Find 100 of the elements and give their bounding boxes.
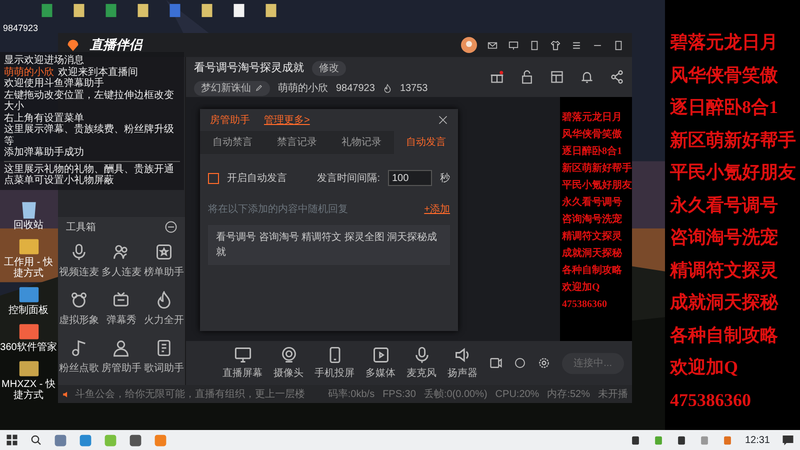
dialog-tab[interactable]: 禁言记录 — [264, 131, 329, 154]
collapse-icon[interactable] — [165, 221, 177, 233]
tv-icon — [112, 290, 130, 308]
app-icon[interactable] — [129, 434, 142, 446]
maximize-icon[interactable] — [613, 40, 624, 50]
dialog-title: 房管助手 — [210, 114, 250, 128]
toolbar-button[interactable]: 扬声器 — [448, 346, 478, 380]
chat-message: 欢迎使用斗鱼弹幕助手 — [4, 78, 105, 90]
tool-button[interactable]: 视频连麦 — [58, 237, 100, 285]
add-link[interactable]: +添加 — [424, 202, 450, 217]
close-icon[interactable] — [438, 115, 448, 125]
toolbar-button[interactable]: 手机投屏 — [314, 346, 355, 380]
tool-button[interactable]: 房管助手 — [100, 333, 143, 381]
promo-text: 永久看号调号 — [670, 194, 779, 216]
chat-message: 显示欢迎进场消息 — [4, 55, 85, 66]
tool-button[interactable]: 火力全开 — [142, 285, 185, 333]
app-icon[interactable] — [79, 434, 92, 446]
promo-text: 各种自制攻略 — [670, 324, 779, 346]
preview-text: 成就洞天探秘 — [562, 246, 624, 261]
search-icon[interactable] — [30, 434, 42, 446]
tool-button[interactable]: 虚拟形象 — [58, 285, 100, 333]
status-stat: 码率:0kb/s — [328, 388, 375, 402]
checkbox-label[interactable]: 开启自动发言 — [227, 170, 287, 186]
status-stat: 丢帧:0(0.00%) — [424, 388, 488, 402]
preview-text: 各种自制攻略 — [562, 264, 623, 278]
notice-text: 斗鱼公会，给你无限可能，直播有组织，更上一层楼 — [75, 388, 305, 402]
preview-text: 永久看号调号 — [562, 195, 623, 210]
people-icon — [112, 242, 130, 260]
shirt-icon[interactable] — [550, 40, 561, 50]
category-tag[interactable]: 梦幻新诛仙 — [194, 80, 270, 96]
layout-icon[interactable] — [550, 70, 564, 84]
preview-text: 新区萌新好帮手 — [562, 161, 632, 176]
message-item: 看号调号 咨询淘号 精调符文 探灵全图 洞天探秘成就 — [208, 225, 450, 265]
desktop-icon-label[interactable]: MHXZX - 快捷方式 — [0, 379, 57, 401]
desktop-icon-label[interactable]: 回收站 — [14, 220, 44, 231]
bell-icon[interactable] — [580, 70, 594, 84]
share-icon[interactable] — [610, 70, 624, 84]
windows-icon[interactable] — [6, 434, 18, 446]
tool-button[interactable]: 榜单助手 — [142, 237, 185, 285]
tool-button[interactable]: 粉丝点歌 — [58, 333, 100, 381]
microphone-icon — [70, 242, 88, 260]
mail-icon[interactable] — [487, 40, 498, 50]
tool-button[interactable]: 弹幕秀 — [100, 285, 143, 333]
desktop-icon-label[interactable]: 360软件管家 — [0, 342, 57, 353]
interval-unit: 秒 — [440, 172, 450, 186]
interval-field[interactable]: 100 — [388, 170, 432, 186]
menu-icon[interactable] — [571, 40, 582, 50]
edit-button[interactable]: 修改 — [312, 60, 346, 76]
pencil-icon — [255, 84, 263, 92]
tray-icon[interactable] — [676, 434, 687, 446]
tray-icon[interactable] — [630, 434, 641, 446]
promo-text: 精调符文探灵 — [670, 258, 779, 282]
heat-count: 13753 — [400, 82, 428, 96]
tool-button[interactable]: 多人连麦 — [100, 237, 143, 285]
logo-icon — [66, 38, 80, 52]
toolbar-button[interactable]: 直播屏幕 — [222, 346, 263, 380]
desktop-icon-label[interactable]: 工作用 - 快捷方式 — [0, 257, 57, 279]
preview-text: 精调符文探灵 — [562, 230, 623, 244]
checkbox[interactable] — [208, 172, 219, 184]
app-icon[interactable] — [54, 434, 67, 446]
preview-text: 碧落元龙日月 — [562, 110, 623, 125]
monitor-icon[interactable] — [508, 40, 519, 50]
promo-text: 新区萌新好帮手 — [670, 128, 797, 152]
toolbar-button[interactable]: 多媒体 — [366, 346, 396, 380]
microphone-icon — [412, 346, 431, 364]
interval-label: 发言时间间隔: — [317, 172, 380, 186]
chat-message: 点菜单可设置小礼物屏蔽 — [4, 175, 115, 186]
record-icon[interactable] — [488, 356, 503, 370]
streamer-name: 萌萌的小欣 — [278, 82, 328, 96]
settings-icon[interactable] — [536, 356, 551, 370]
chat-user: 萌萌的小欣 — [4, 66, 54, 78]
promo-text: 平民小氪好朋友 — [670, 161, 797, 184]
gift-icon[interactable] — [490, 70, 504, 84]
status-stat: 未开播 — [598, 388, 628, 402]
monitor-icon — [234, 346, 252, 364]
dialog-tab[interactable]: 自动发言 — [394, 131, 458, 154]
promo-text: 风华侠骨笑傲 — [670, 64, 779, 86]
chat-message: 右上角有设置菜单 — [4, 112, 85, 124]
unlock-icon[interactable] — [520, 70, 534, 84]
play-icon — [372, 346, 390, 364]
dialog-tab[interactable]: 礼物记录 — [329, 131, 394, 154]
room-title: 看号调号淘号探灵成就 — [194, 61, 304, 76]
music-note-icon — [70, 338, 88, 356]
preview-text: 欢迎加Q — [562, 280, 601, 295]
preview-text: 平民小氪好朋友 — [562, 178, 632, 193]
preview-text: 逐日醉卧8合1 — [562, 144, 623, 159]
circle-icon[interactable] — [514, 357, 526, 369]
avatar[interactable] — [461, 37, 477, 53]
tool-button[interactable]: 歌词助手 — [142, 333, 185, 381]
promo-text: 欢迎加Q — [670, 356, 740, 379]
manage-more-link[interactable]: 管理更多> — [264, 112, 310, 128]
chat-message: 这里展示弹幕、贵族续费、粉丝牌升级等 — [4, 124, 175, 146]
toolbar-button[interactable]: 摄像头 — [274, 346, 304, 380]
tablet-icon[interactable] — [529, 40, 540, 50]
status-stat: 内存:52% — [547, 388, 590, 402]
desktop-icon-label[interactable]: 控制面板 — [8, 305, 48, 316]
toolbar-button[interactable]: 麦克风 — [406, 346, 437, 380]
app-logo: 直播伴侣 — [90, 36, 142, 54]
notification-icon[interactable] — [782, 434, 794, 446]
dialog-tab[interactable]: 自动禁言 — [200, 131, 264, 154]
